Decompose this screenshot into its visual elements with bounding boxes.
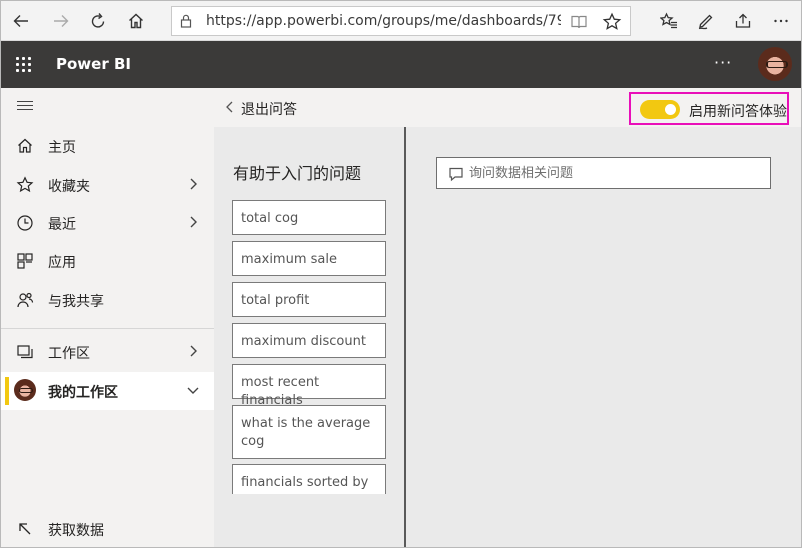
reading-view-icon[interactable]	[570, 13, 588, 31]
left-nav: 主页 收藏夹 最近 应用 与我共享 工作区 我的工作区 获取数据	[1, 88, 214, 547]
back-icon[interactable]	[7, 7, 35, 35]
sidebar-item-workspaces[interactable]: 工作区	[1, 333, 214, 371]
active-indicator	[5, 377, 9, 405]
shared-people-icon	[16, 291, 34, 309]
browser-toolbar: https://app.powerbi.com/groups/me/dashbo…	[1, 1, 801, 41]
chat-bubble-icon	[448, 166, 464, 182]
exit-qa-button[interactable]: 退出问答	[241, 99, 297, 119]
suggested-questions-list: total cog maximum sale total profit maxi…	[232, 200, 387, 494]
app-header: Power BI ···	[1, 41, 801, 88]
chevron-left-icon[interactable]	[223, 99, 237, 115]
browser-window: https://app.powerbi.com/groups/me/dashbo…	[0, 0, 802, 548]
question-item[interactable]: maximum discount	[232, 323, 386, 358]
arrow-up-left-icon	[16, 520, 34, 538]
question-item[interactable]: total profit	[232, 282, 386, 317]
chevron-down-icon[interactable]	[185, 382, 201, 398]
hamburger-menu-icon[interactable]	[17, 101, 33, 111]
pen-icon[interactable]	[692, 7, 720, 35]
share-icon[interactable]	[729, 7, 757, 35]
more-options-icon[interactable]	[767, 7, 795, 35]
question-item[interactable]: what is the average cog	[232, 405, 386, 459]
sidebar-item-label: 我的工作区	[48, 385, 118, 401]
chevron-right-icon[interactable]	[185, 343, 201, 359]
toggle-knob	[665, 104, 676, 115]
chevron-right-icon[interactable]	[185, 214, 201, 230]
pane-divider[interactable]	[404, 127, 406, 547]
sidebar-item-label: 与我共享	[48, 294, 104, 310]
chevron-right-icon[interactable]	[185, 176, 201, 192]
sidebar-item-favorites[interactable]: 收藏夹	[1, 166, 214, 204]
qa-topbar: 退出问答 启用新问答体验	[214, 88, 801, 127]
home-icon[interactable]	[122, 7, 150, 35]
question-item[interactable]: financials sorted by	[232, 464, 386, 494]
workspace-avatar	[14, 379, 36, 401]
new-qa-toggle[interactable]	[640, 100, 680, 119]
question-item[interactable]: maximum sale	[232, 241, 386, 276]
clock-icon	[16, 214, 34, 232]
ask-question-box[interactable]	[436, 157, 771, 189]
sidebar-item-my-workspace[interactable]: 我的工作区	[1, 372, 214, 410]
suggested-questions-title: 有助于入门的问题	[233, 164, 362, 183]
sidebar-item-label: 收藏夹	[48, 179, 90, 195]
toggle-label: 启用新问答体验	[689, 104, 787, 120]
sidebar-divider	[1, 328, 214, 329]
app-title[interactable]: Power BI	[56, 55, 131, 73]
qa-main: 退出问答 启用新问答体验 有助于入门的问题 total cog maximum …	[214, 88, 801, 547]
favorites-list-icon[interactable]	[655, 7, 683, 35]
home-icon	[16, 137, 34, 155]
workspaces-icon	[16, 343, 34, 361]
header-more-button[interactable]: ···	[714, 53, 732, 72]
sidebar-item-label: 工作区	[48, 346, 90, 362]
url-text: https://app.powerbi.com/groups/me/dashbo…	[206, 13, 561, 29]
sidebar-item-label: 最近	[48, 217, 76, 233]
sidebar-item-label: 主页	[48, 140, 76, 156]
star-icon	[16, 176, 34, 194]
sidebar-item-recent[interactable]: 最近	[1, 204, 214, 242]
forward-icon[interactable]	[47, 7, 75, 35]
sidebar-item-shared-with-me[interactable]: 与我共享	[1, 281, 214, 319]
new-qa-toggle-highlight: 启用新问答体验	[629, 92, 789, 125]
ask-question-input[interactable]	[469, 162, 759, 184]
sidebar-item-label: 获取数据	[48, 523, 104, 539]
user-avatar[interactable]	[758, 47, 792, 81]
question-item[interactable]: total cog	[232, 200, 386, 235]
favorite-star-icon[interactable]	[602, 12, 622, 32]
app-launcher-icon[interactable]	[15, 56, 33, 74]
apps-icon	[16, 252, 34, 270]
sidebar-item-label: 应用	[48, 255, 76, 271]
refresh-icon[interactable]	[84, 7, 112, 35]
address-bar[interactable]: https://app.powerbi.com/groups/me/dashbo…	[171, 6, 631, 36]
sidebar-item-apps[interactable]: 应用	[1, 242, 214, 280]
sidebar-item-get-data[interactable]: 获取数据	[1, 510, 214, 547]
sidebar-item-home[interactable]: 主页	[1, 127, 214, 165]
question-item[interactable]: most recent financials	[232, 364, 386, 408]
lock-icon	[178, 13, 194, 29]
